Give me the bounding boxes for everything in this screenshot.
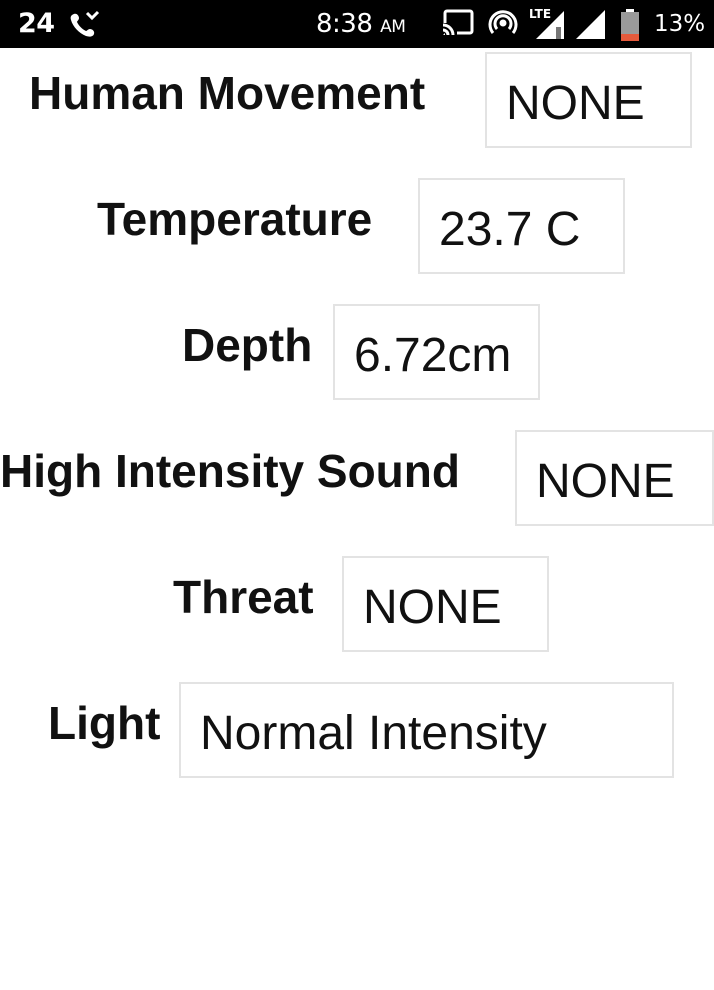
status-bar: 24 8:38 AM LTE 13% <box>0 0 714 48</box>
sensor-label: High Intensity Sound <box>0 445 460 497</box>
battery-percent: 13% <box>654 11 706 37</box>
time-value: 8:38 <box>316 9 373 39</box>
time-ampm: AM <box>380 17 406 37</box>
sensor-row-threat: Threat NONE <box>0 556 714 656</box>
notification-count: 24 <box>18 8 55 39</box>
battery-icon <box>621 9 639 41</box>
status-time: 8:38 AM <box>316 9 406 39</box>
sensor-value-field[interactable]: Normal Intensity <box>179 682 674 778</box>
signal-icon <box>576 10 605 39</box>
sensor-row-light: Light Normal Intensity <box>0 682 714 782</box>
sensor-label: Threat <box>173 571 314 623</box>
sensor-value: NONE <box>363 581 502 634</box>
sensor-value: NONE <box>536 455 675 508</box>
sensor-value-field[interactable]: 23.7 C <box>418 178 625 274</box>
sensor-row-depth: Depth 6.72cm <box>0 304 714 404</box>
sensor-value: NONE <box>506 77 645 130</box>
sensor-value-field[interactable]: NONE <box>515 430 714 526</box>
sensor-value: 6.72cm <box>354 329 512 382</box>
lte-signal-icon <box>536 11 564 39</box>
sensor-row-high-intensity-sound: High Intensity Sound NONE <box>0 430 714 530</box>
sensor-label: Temperature <box>97 193 373 245</box>
cast-icon <box>441 9 474 37</box>
missed-call-icon <box>70 10 100 37</box>
sensor-value-field[interactable]: 6.72cm <box>333 304 540 400</box>
sensor-label: Depth <box>182 319 313 371</box>
sensor-label: Human Movement <box>29 67 426 119</box>
sensor-row-human-movement: Human Movement NONE <box>0 52 714 152</box>
sensor-value-field[interactable]: NONE <box>342 556 549 652</box>
sensor-value: Normal Intensity <box>200 707 547 760</box>
sensor-label: Light <box>48 697 161 749</box>
sensor-row-temperature: Temperature 23.7 C <box>0 178 714 278</box>
sensor-value: 23.7 C <box>439 203 581 256</box>
hotspot-icon <box>488 10 518 34</box>
sensor-value-field[interactable]: NONE <box>485 52 692 148</box>
